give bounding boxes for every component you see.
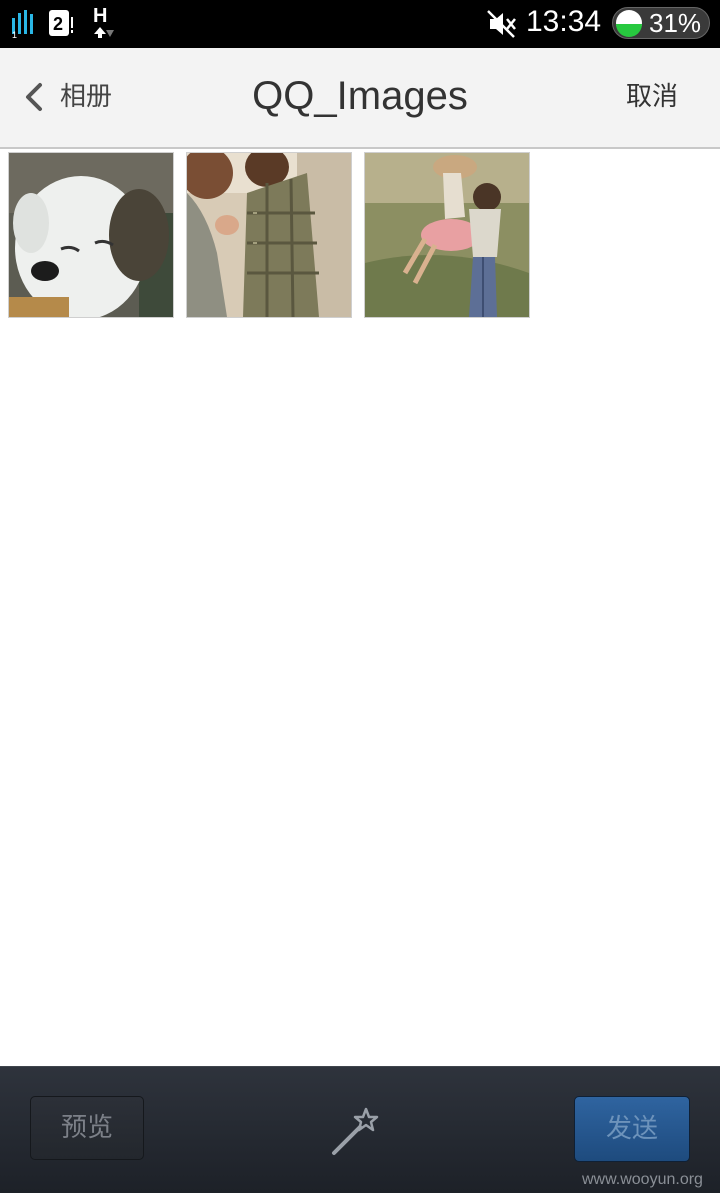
mute-icon — [487, 10, 516, 38]
watermark: www.wooyun.org — [582, 1171, 703, 1188]
preview-button[interactable]: 预览 — [30, 1096, 144, 1160]
magic-wand-button[interactable] — [326, 1103, 382, 1159]
battery-icon — [616, 10, 642, 37]
svg-text:1: 1 — [12, 30, 17, 38]
network-h-icon: H — [90, 4, 120, 40]
battery-indicator: 31% — [612, 7, 710, 39]
page-title: QQ_Images — [252, 74, 468, 118]
cancel-button[interactable]: 取消 — [610, 74, 694, 120]
signal-icon: 1 — [12, 10, 33, 38]
photo-couple-hug[interactable] — [364, 152, 530, 318]
status-time: 13:34 — [526, 5, 602, 38]
status-bar: 1 2 H 13:34 31% — [0, 0, 720, 48]
back-label: 相册 — [60, 82, 113, 112]
header: 相册 QQ_Images 取消 — [0, 48, 720, 149]
svg-text:H: H — [93, 5, 107, 27]
battery-percent: 31% — [649, 8, 702, 38]
photo-puppy[interactable] — [8, 152, 174, 318]
svg-text:2: 2 — [53, 14, 63, 34]
sim-icon: 2 — [48, 9, 74, 37]
magic-wand-icon — [332, 1107, 379, 1155]
back-button[interactable]: 相册 — [14, 74, 134, 120]
photo-couple-kiss[interactable] — [186, 152, 352, 318]
chevron-left-icon — [26, 83, 42, 111]
send-button[interactable]: 发送 — [574, 1096, 690, 1162]
